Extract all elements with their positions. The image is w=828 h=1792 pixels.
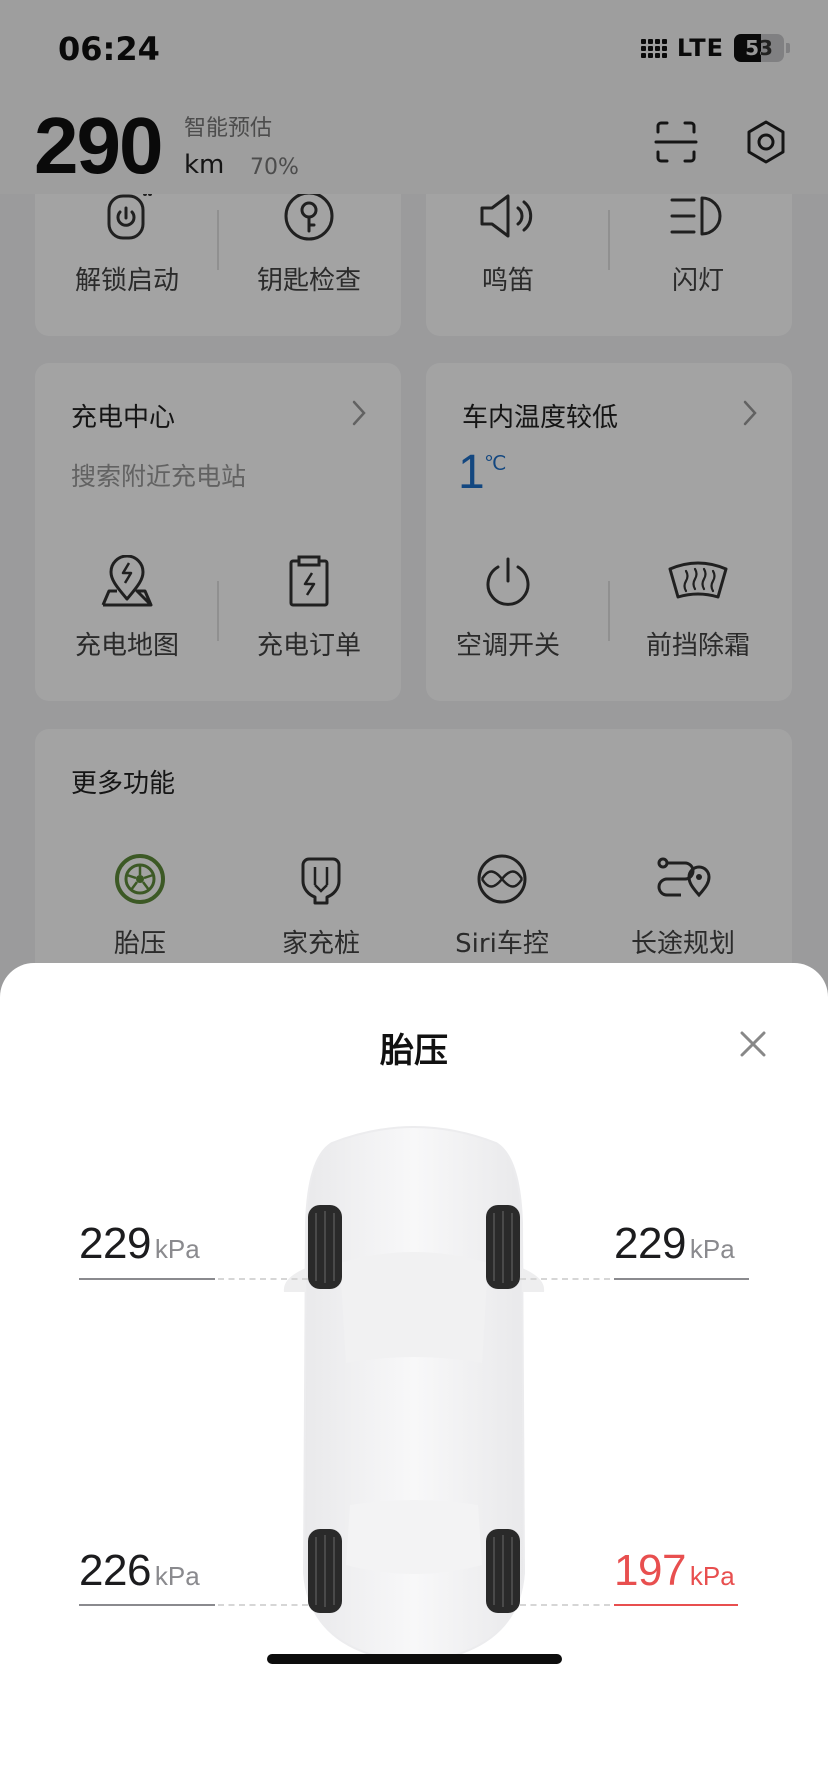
pressure-value: 229 <box>614 1219 686 1268</box>
pressure-value: 197 <box>614 1546 686 1595</box>
leader-line <box>520 1278 610 1280</box>
underline <box>614 1278 749 1280</box>
pressure-unit: kPa <box>154 1234 200 1264</box>
tire-front-right <box>486 1205 520 1289</box>
tire-pressure-sheet: 胎压 229 kPa 229 kPa 226 kPa 197 kPa <box>0 963 828 1792</box>
underline <box>79 1604 215 1606</box>
close-icon[interactable] <box>732 1023 774 1065</box>
underline <box>79 1278 215 1280</box>
rear-left-pressure: 226 kPa <box>79 1546 219 1596</box>
sheet-title: 胎压 <box>380 1031 448 1071</box>
front-right-pressure: 229 kPa <box>614 1219 754 1269</box>
pressure-value: 229 <box>79 1219 151 1268</box>
leader-line <box>218 1278 308 1280</box>
leader-line <box>218 1604 308 1606</box>
tire-rear-left <box>308 1529 342 1613</box>
tire-front-left <box>308 1205 342 1289</box>
home-indicator[interactable] <box>267 1654 562 1664</box>
front-left-pressure: 229 kPa <box>79 1219 219 1269</box>
tire-rear-right <box>486 1529 520 1613</box>
pressure-unit: kPa <box>689 1234 735 1264</box>
underline-warning <box>614 1604 738 1606</box>
rear-right-pressure: 197 kPa <box>614 1546 754 1596</box>
pressure-value: 226 <box>79 1546 151 1595</box>
pressure-unit: kPa <box>689 1561 735 1591</box>
car-top-view <box>283 1126 545 1665</box>
leader-line <box>520 1604 610 1606</box>
pressure-unit: kPa <box>154 1561 200 1591</box>
